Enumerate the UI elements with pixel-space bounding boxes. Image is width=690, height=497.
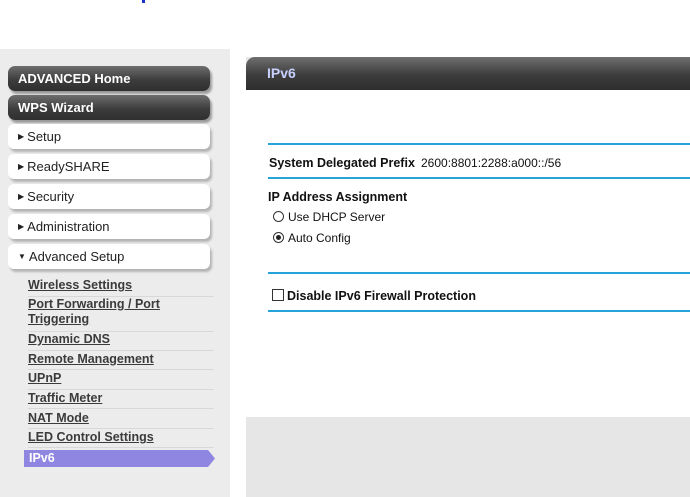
divider-line: [268, 177, 690, 179]
divider: [28, 428, 214, 429]
submenu-traffic-meter[interactable]: Traffic Meter: [28, 391, 214, 406]
submenu-upnp[interactable]: UPnP: [28, 371, 214, 386]
sidebar-item-label: Advanced Setup: [28, 249, 125, 264]
divider-line: [268, 143, 690, 145]
disable-firewall-label: Disable IPv6 Firewall Protection: [287, 289, 476, 303]
submenu-remote-management[interactable]: Remote Management: [28, 352, 214, 367]
submenu-wireless-settings[interactable]: Wireless Settings: [28, 278, 214, 293]
sidebar-item-readyshare[interactable]: ▶ ReadySHARE: [8, 154, 210, 179]
triangle-down-icon: ▼: [18, 252, 26, 262]
main-header: IPv6: [246, 57, 690, 90]
submenu-led-control-settings[interactable]: LED Control Settings: [28, 430, 214, 445]
ip-assignment-label: IP Address Assignment: [268, 190, 408, 204]
triangle-right-icon: ▶: [18, 222, 25, 232]
divider: [28, 447, 214, 448]
sidebar-item-label: Administration: [27, 219, 110, 234]
divider: [28, 369, 214, 370]
auto-config-label: Auto Config: [288, 231, 351, 245]
top-marker: [142, 0, 145, 3]
divider: [28, 350, 214, 351]
sidebar-item-label: Setup: [27, 129, 62, 144]
submenu-nat-mode[interactable]: NAT Mode: [28, 411, 214, 426]
divider-line: [268, 272, 690, 274]
sidebar-item-advanced-setup[interactable]: ▼ Advanced Setup: [8, 244, 210, 269]
prefix-value: 2600:8801:2288:a000::/56: [421, 156, 562, 170]
divider: [28, 408, 214, 409]
use-dhcp-label: Use DHCP Server: [288, 210, 386, 224]
sidebar-item-label: ReadySHARE: [27, 159, 110, 174]
sidebar-item-security[interactable]: ▶ Security: [8, 184, 210, 209]
divider: [28, 389, 214, 390]
advanced-home-button[interactable]: ADVANCED Home: [8, 66, 210, 91]
sidebar-item-administration[interactable]: ▶ Administration: [8, 214, 210, 239]
wps-wizard-button[interactable]: WPS Wizard: [8, 95, 210, 120]
triangle-right-icon: ▶: [18, 132, 25, 142]
submenu-ipv6-active[interactable]: IPv6: [24, 450, 215, 467]
prefix-label: System Delegated Prefix: [269, 156, 415, 170]
submenu-port-forwarding[interactable]: Port Forwarding / Port Triggering: [28, 297, 178, 327]
sidebar-item-setup[interactable]: ▶ Setup: [8, 124, 210, 149]
triangle-right-icon: ▶: [18, 162, 25, 172]
triangle-right-icon: ▶: [18, 192, 25, 202]
page-title: IPv6: [267, 65, 296, 81]
sidebar-item-label: Security: [27, 189, 75, 204]
submenu-dynamic-dns[interactable]: Dynamic DNS: [28, 332, 214, 347]
disable-firewall-checkbox[interactable]: [272, 289, 284, 301]
content-area: [246, 90, 690, 417]
use-dhcp-radio[interactable]: [273, 211, 284, 222]
auto-config-radio[interactable]: [273, 232, 284, 243]
divider-line: [268, 310, 690, 312]
